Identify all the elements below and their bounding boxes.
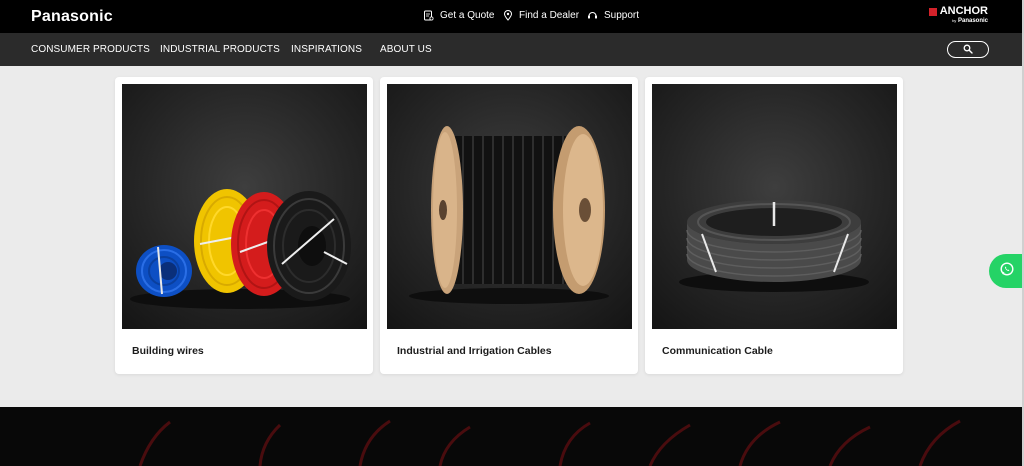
nav-industrial-products[interactable]: INDUSTRIAL PRODUCTS <box>160 44 280 55</box>
product-card-communication-cable[interactable]: Communication Cable <box>645 77 903 374</box>
main-nav: CONSUMER PRODUCTS INDUSTRIAL PRODUCTS IN… <box>0 33 1024 66</box>
nav-about-us[interactable]: ABOUT US <box>380 44 432 55</box>
top-bar: Panasonic Get a Quote Find a Dealer Supp… <box>0 0 1024 33</box>
search-icon <box>963 41 973 59</box>
footer-banner <box>0 407 1022 466</box>
anchor-by-text: by <box>952 18 957 23</box>
find-dealer-label: Find a Dealer <box>519 10 580 21</box>
whatsapp-icon <box>999 261 1015 282</box>
anchor-brand-name: ANCHOR <box>939 5 988 17</box>
nav-inspirations[interactable]: INSPIRATIONS <box>291 44 362 55</box>
anchor-parent-brand: Panasonic <box>957 18 988 24</box>
get-quote-label: Get a Quote <box>440 10 495 21</box>
whatsapp-button[interactable] <box>989 254 1024 288</box>
communication-cable-image <box>652 84 897 329</box>
search-button[interactable] <box>947 41 989 58</box>
building-wires-image <box>122 84 367 329</box>
find-dealer-link[interactable]: Find a Dealer <box>503 10 579 21</box>
product-card-building-wires[interactable]: Building wires <box>115 77 373 374</box>
get-quote-link[interactable]: Get a Quote <box>423 10 494 21</box>
nav-consumer-products[interactable]: CONSUMER PRODUCTS <box>31 44 150 55</box>
product-card-industrial-irrigation-cables[interactable]: Industrial and Irrigation Cables <box>380 77 638 374</box>
support-icon <box>587 10 598 21</box>
anchor-by-panasonic-logo[interactable]: ANCHOR by Panasonic <box>928 5 988 24</box>
quote-icon <box>423 10 434 21</box>
footer-decorative-pattern <box>138 419 961 466</box>
location-pin-icon <box>503 10 513 21</box>
product-title[interactable]: Building wires <box>132 345 204 357</box>
panasonic-logo[interactable]: Panasonic <box>31 8 113 26</box>
product-title[interactable]: Communication Cable <box>662 345 773 357</box>
support-label: Support <box>604 10 640 21</box>
product-title[interactable]: Industrial and Irrigation Cables <box>397 345 552 357</box>
cable-drum-image <box>387 84 632 329</box>
anchor-mark-icon <box>928 7 937 16</box>
support-link[interactable]: Support <box>587 10 639 21</box>
